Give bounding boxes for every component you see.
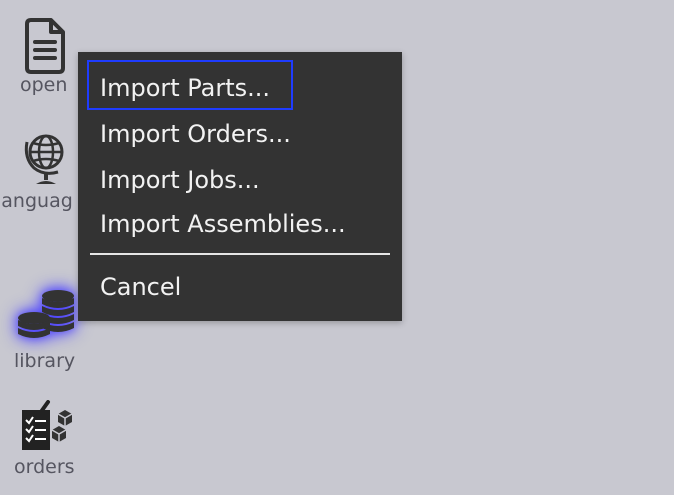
sidebar-item-label: open [20,74,68,96]
menu-separator [90,253,390,255]
sidebar-item-open[interactable]: open [0,16,90,96]
document-icon [25,18,65,74]
database-icon [18,290,74,338]
sidebar-item-library[interactable]: library [0,286,90,372]
menu-item-import-jobs[interactable]: Import Jobs... [100,165,260,195]
sidebar-item-language[interactable]: languag [0,128,90,212]
orders-clipboard-icon [22,400,73,450]
menu-item-import-orders[interactable]: Import Orders... [100,119,291,149]
globe-icon [24,134,64,184]
sidebar-item-label: orders [14,456,75,478]
sidebar-item-label: languag [0,190,73,212]
menu-item-import-parts[interactable]: Import Parts... [100,73,270,103]
sidebar-item-orders[interactable]: orders [0,400,90,478]
import-context-menu: Import Parts... Import Orders... Import … [78,52,402,321]
menu-item-cancel[interactable]: Cancel [100,272,181,302]
menu-item-import-assemblies[interactable]: Import Assemblies... [100,209,346,239]
sidebar-item-label: library [14,350,76,372]
